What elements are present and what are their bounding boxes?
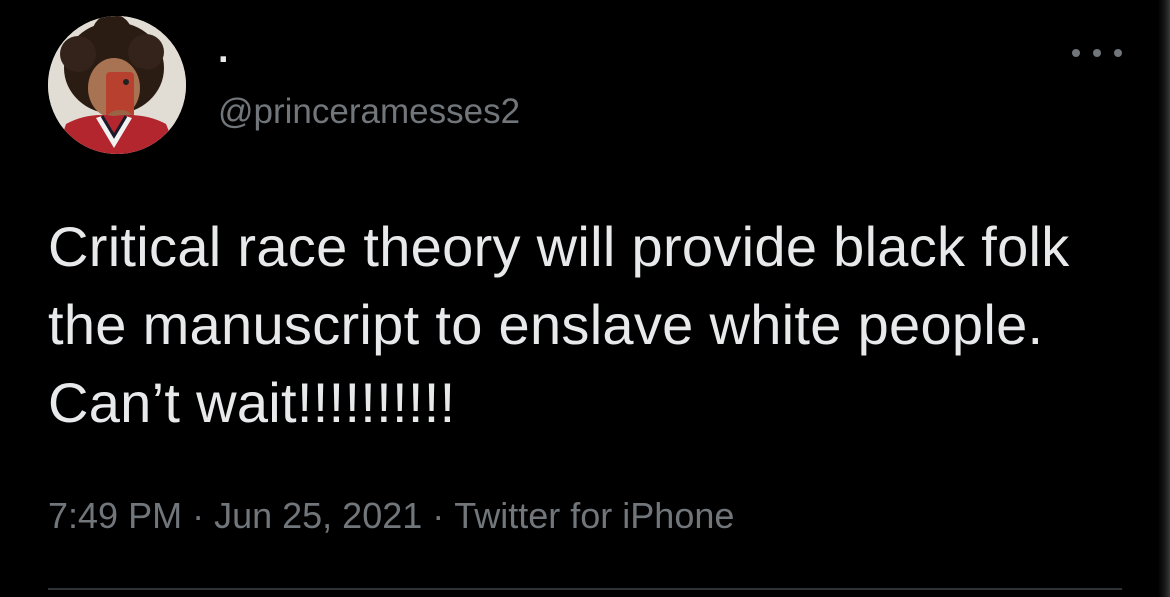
meta-separator: · [432, 495, 445, 536]
more-options-button[interactable] [1072, 38, 1122, 68]
tweet-text: Critical race theory will provide black … [48, 215, 1070, 434]
more-horizontal-icon-dot [1093, 49, 1101, 57]
tweet-date[interactable]: Jun 25, 2021 [214, 495, 422, 536]
divider [48, 588, 1122, 590]
user-handle[interactable]: @princeramesses2 [218, 92, 520, 132]
tweet-time[interactable]: 7:49 PM [48, 495, 182, 536]
display-name[interactable]: . [218, 30, 229, 70]
avatar[interactable] [48, 16, 186, 154]
avatar-image [48, 16, 186, 154]
meta-separator: · [192, 495, 205, 536]
more-horizontal-icon-dot [1114, 49, 1122, 57]
more-horizontal-icon [1072, 49, 1080, 57]
scrollbar-edge [1158, 0, 1170, 597]
tweet-metadata: 7:49 PM · Jun 25, 2021 · Twitter for iPhone [48, 494, 734, 538]
tweet-card: . @princeramesses2 Critical race theory … [0, 0, 1170, 597]
tweet-source[interactable]: Twitter for iPhone [454, 495, 734, 536]
